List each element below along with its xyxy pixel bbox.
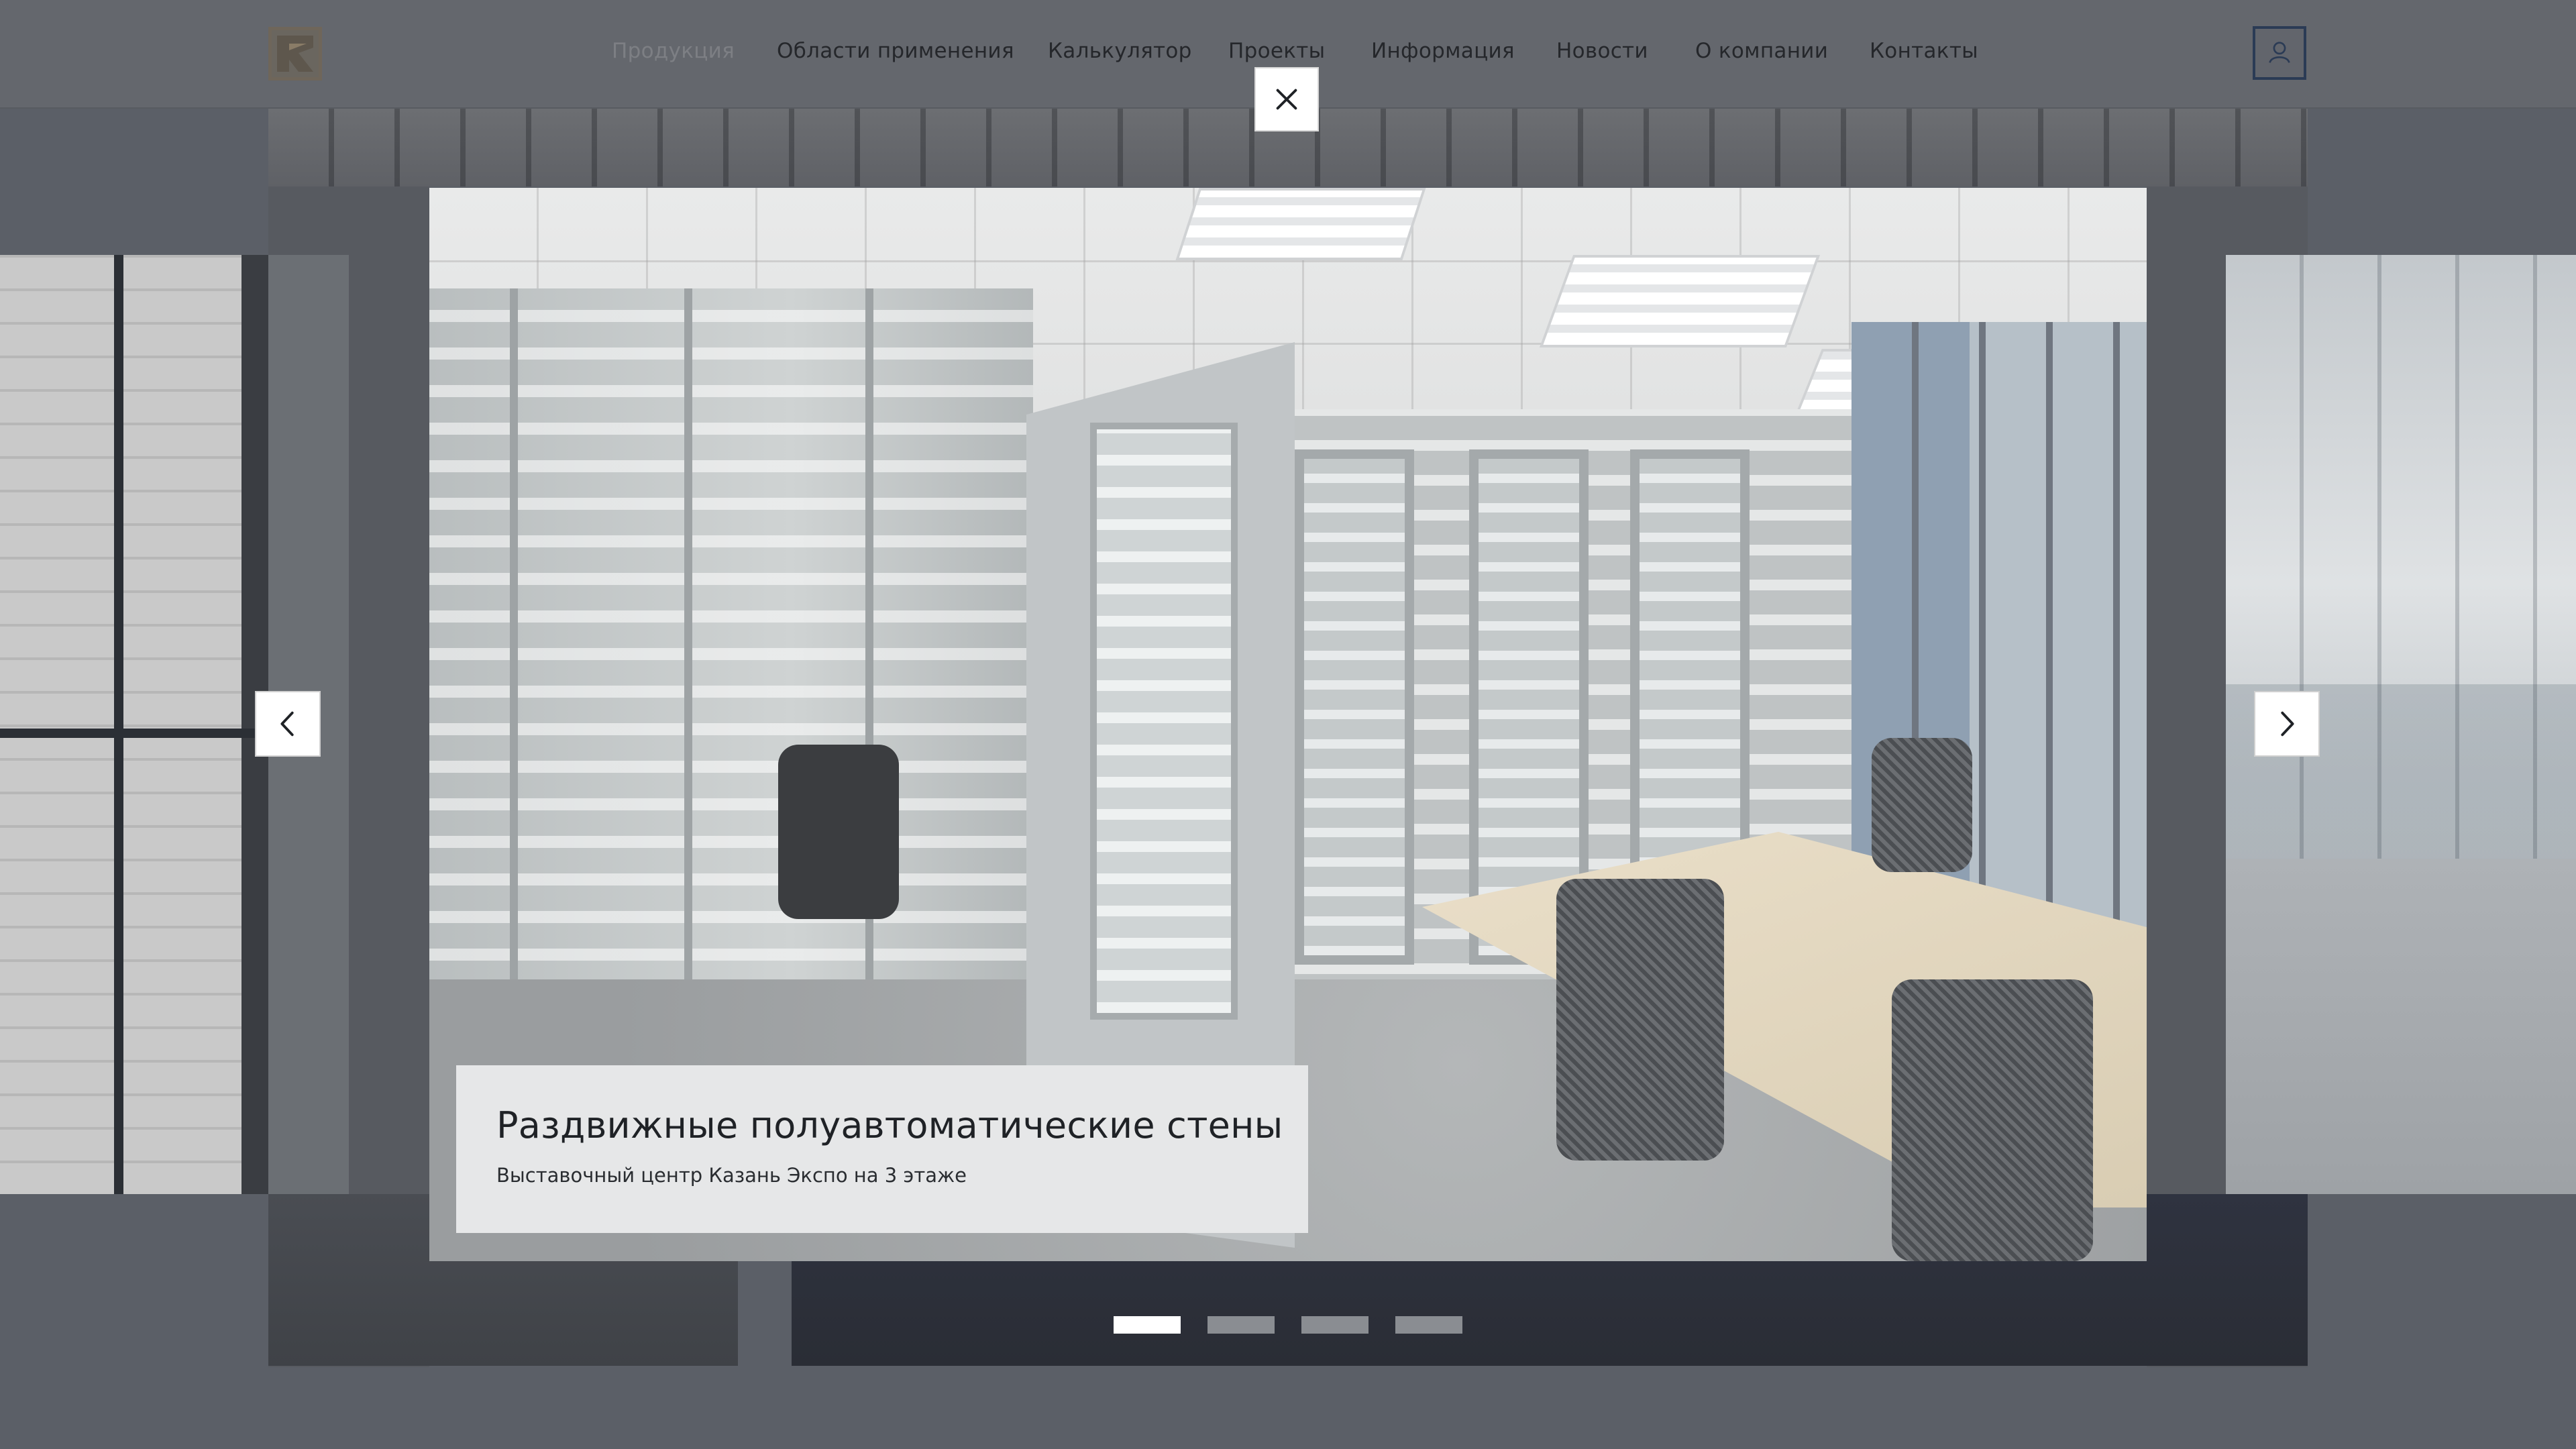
window-frame: [0, 255, 255, 1194]
office-chair: [1892, 979, 2093, 1261]
nav-item-news[interactable]: Новости: [1556, 39, 1648, 63]
next-slide-button[interactable]: [2254, 691, 2320, 757]
chevron-left-icon: [280, 711, 294, 737]
user-account-button[interactable]: [2253, 26, 2306, 80]
pagination-dot[interactable]: [1114, 1316, 1181, 1334]
nav-item-contacts[interactable]: Контакты: [1870, 39, 1978, 63]
pagination-dot[interactable]: [1208, 1316, 1275, 1334]
slide-pagination: [1114, 1316, 1462, 1334]
user-icon: [2269, 42, 2290, 63]
previous-slide-button[interactable]: [255, 691, 321, 757]
nav-item-applications[interactable]: Области применения: [777, 39, 1014, 63]
door-glass: [1090, 423, 1238, 1020]
pagination-dot[interactable]: [1301, 1316, 1368, 1334]
close-icon: [1276, 89, 1297, 110]
nav-item-calculator[interactable]: Калькулятор: [1048, 39, 1192, 63]
floor: [2226, 859, 2576, 1194]
ceiling-light: [1175, 188, 1426, 260]
chevron-right-icon: [2281, 711, 2294, 737]
slide-caption: Раздвижные полуавтоматические стены Выст…: [456, 1065, 1308, 1233]
office-chair: [1872, 738, 1972, 872]
close-button[interactable]: [1254, 67, 1319, 131]
office-chair: [778, 745, 899, 919]
nav-item-products[interactable]: Продукция: [612, 39, 735, 63]
main-nav: Продукция Области применения Калькулятор…: [0, 39, 2576, 68]
caption-subtitle: Выставочный центр Казань Экспо на 3 этаж…: [496, 1164, 967, 1187]
nav-item-about[interactable]: О компании: [1695, 39, 1828, 63]
pagination-dot[interactable]: [1395, 1316, 1462, 1334]
lightbox-slide-image: Раздвижные полуавтоматические стены Выст…: [429, 188, 2147, 1261]
office-chair: [1556, 879, 1724, 1161]
wall-panel: [1295, 449, 1414, 965]
nav-item-projects[interactable]: Проекты: [1228, 39, 1325, 63]
nav-item-information[interactable]: Информация: [1371, 39, 1515, 63]
caption-title: Раздвижные полуавтоматические стены: [496, 1104, 1283, 1146]
ceiling-light: [1539, 255, 1821, 347]
